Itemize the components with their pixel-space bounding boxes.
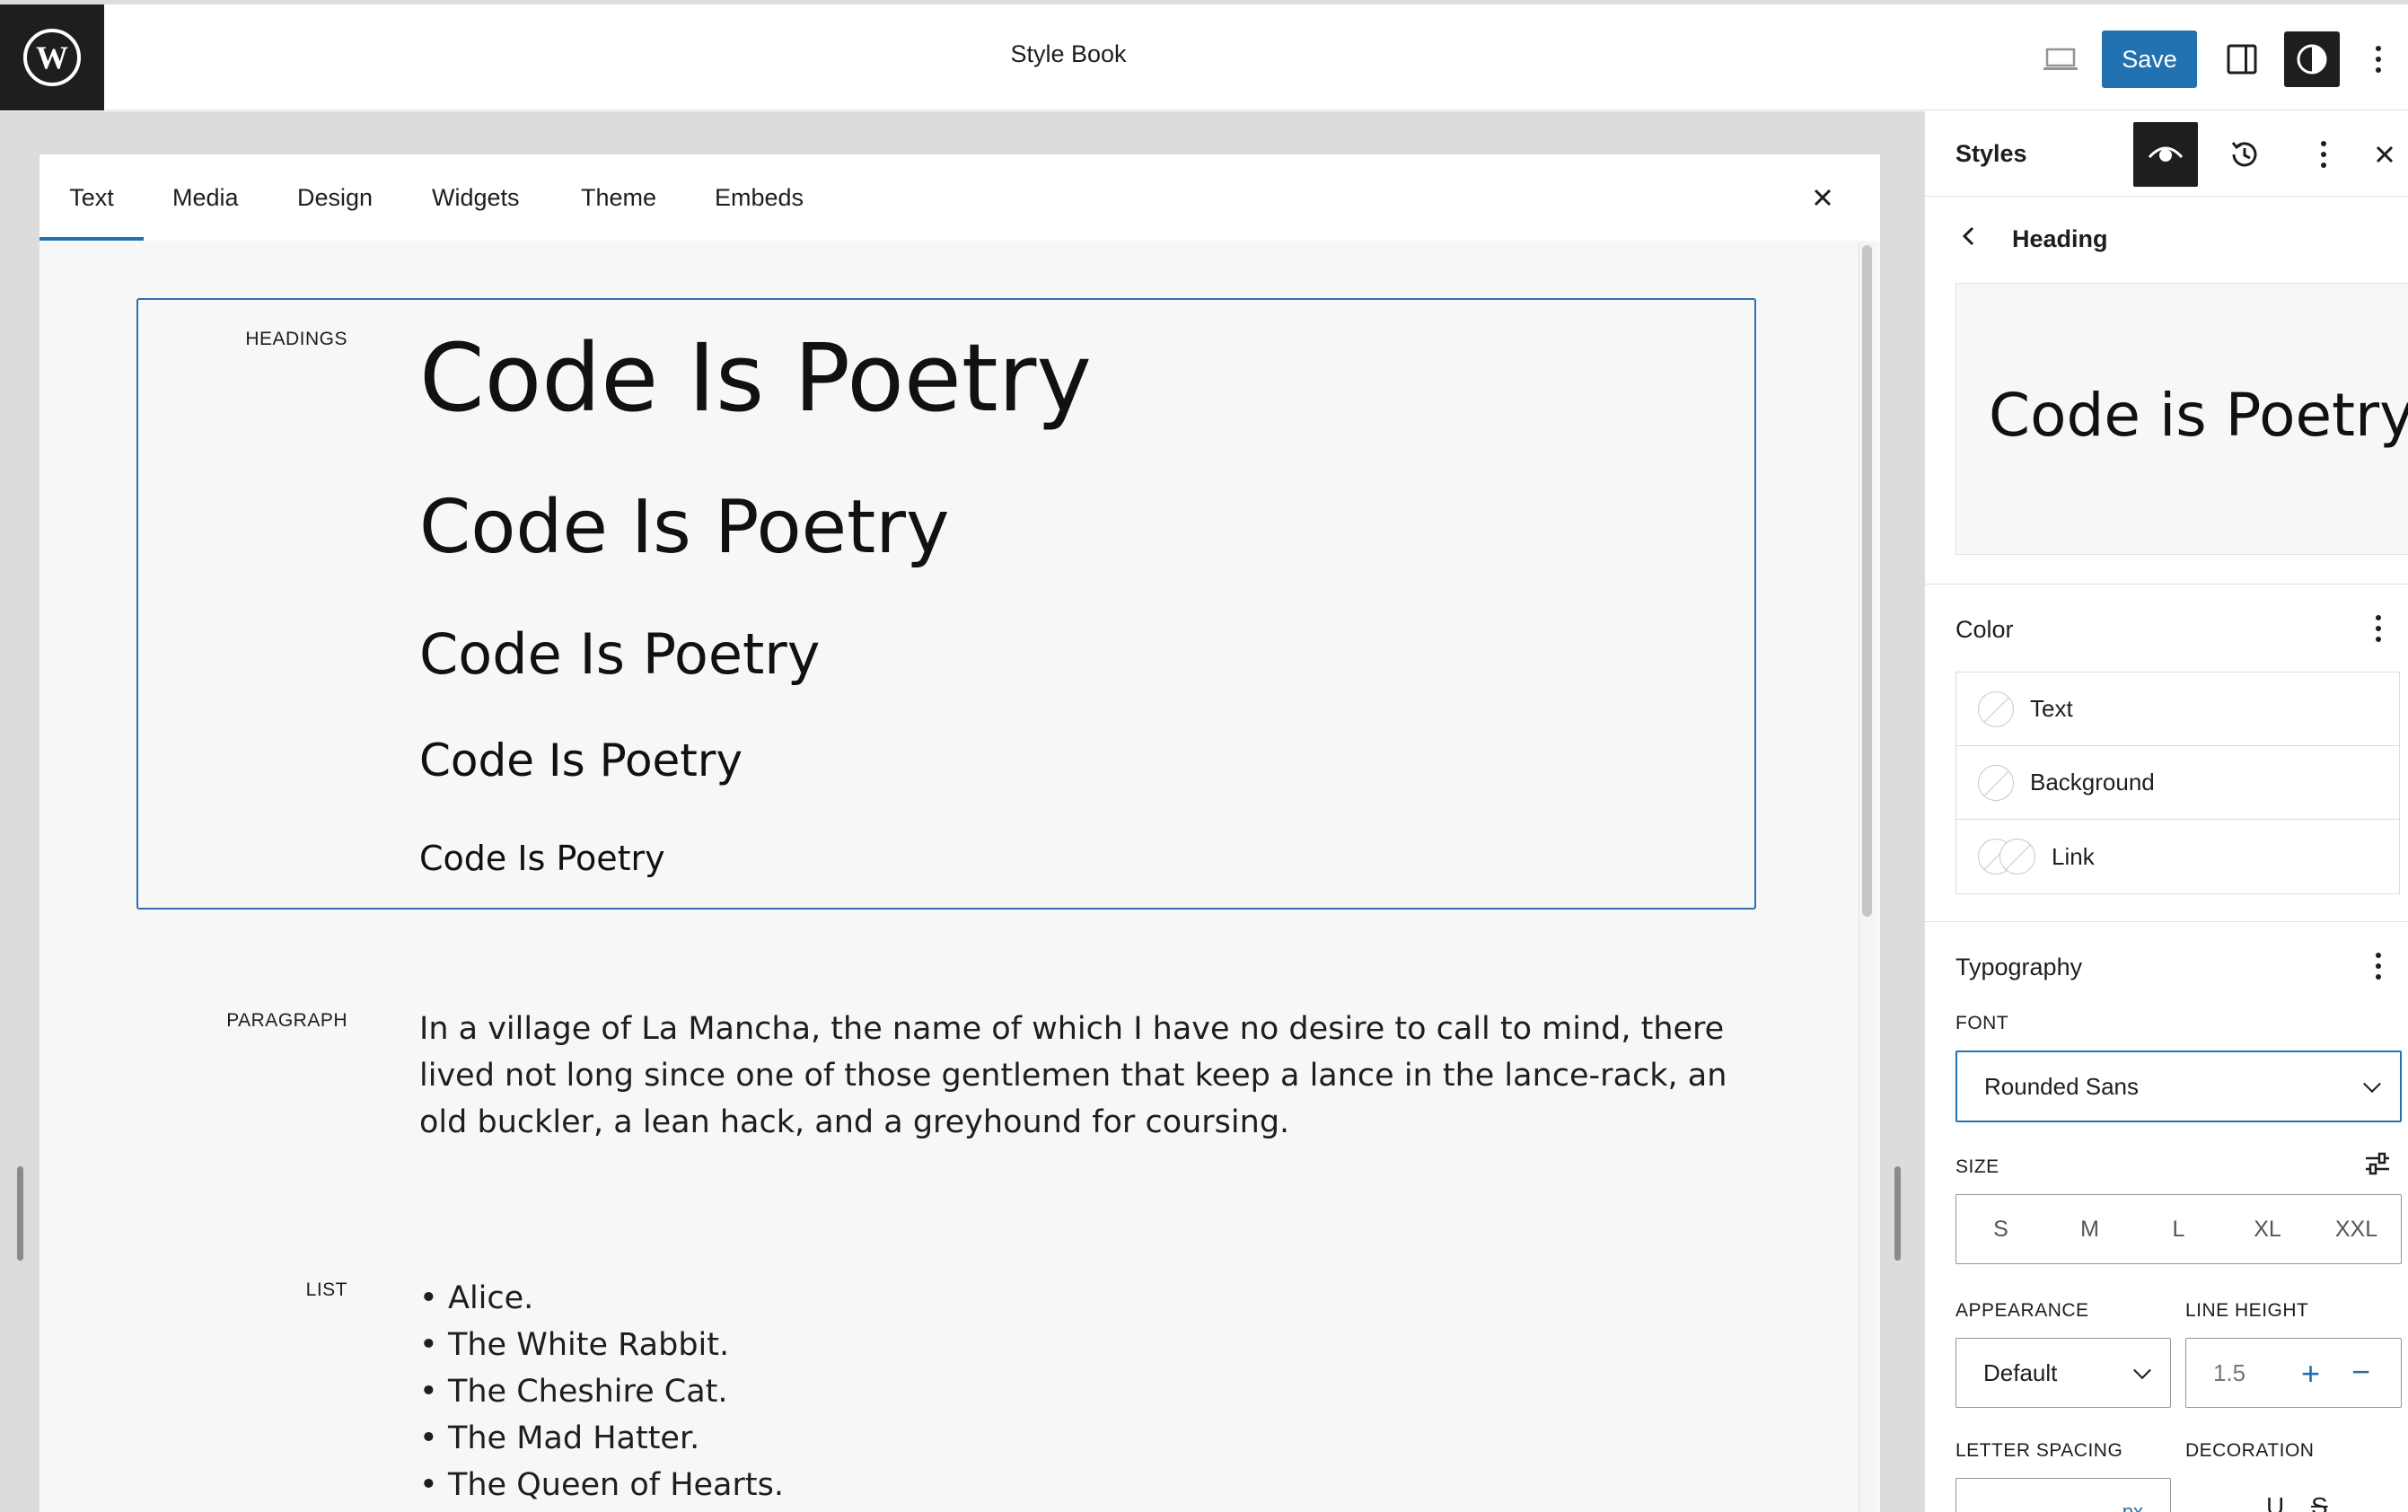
styles-more-options-icon[interactable] [2291, 122, 2356, 187]
tab-theme[interactable]: Theme [581, 154, 656, 241]
font-label: FONT [1955, 1013, 2009, 1033]
letter-spacing-label: LETTER SPACING [1955, 1440, 2123, 1461]
close-style-book-icon[interactable] [1806, 181, 1839, 214]
typography-options-icon[interactable] [2365, 948, 2392, 984]
resize-handle-right[interactable] [1894, 1166, 1901, 1261]
back-chevron-icon[interactable] [1955, 223, 1982, 250]
line-height-label: LINE HEIGHT [2185, 1300, 2309, 1321]
scroll-thumb[interactable] [1862, 245, 1872, 917]
list-item: The Queen of Hearts. [419, 1462, 784, 1508]
typography-section-title: Typography [1955, 954, 2083, 980]
color-item-label: Link [2052, 842, 2095, 870]
divider [1925, 584, 2408, 585]
paragraph-example: In a village of La Mancha, the name of w… [419, 1011, 1727, 1140]
style-book-tabs: Text Media Design Widgets Theme Embeds [40, 154, 1880, 241]
resize-handle-left[interactable] [17, 1166, 23, 1261]
appearance-select[interactable]: Default [1955, 1338, 2171, 1408]
color-item-background[interactable]: Background [1956, 746, 2399, 820]
list-item: The Mad Hatter. [419, 1415, 784, 1462]
size-option-m[interactable]: M [2045, 1195, 2134, 1263]
tab-widgets[interactable]: Widgets [432, 154, 520, 241]
heading-preview: Code is Poetry [1955, 283, 2408, 555]
preview-text: Code is Poetry [1989, 381, 2408, 450]
color-list: Text Background Link [1955, 672, 2400, 894]
panel-subtitle: Heading [2012, 225, 2108, 252]
color-swatch-icon [1978, 691, 2014, 727]
document-title[interactable]: Style Book [898, 40, 1239, 68]
font-select-value: Rounded Sans [1984, 1072, 2140, 1100]
font-select[interactable]: Rounded Sans [1955, 1050, 2402, 1122]
tab-embeds[interactable]: Embeds [715, 154, 804, 241]
revisions-history-icon[interactable] [2212, 122, 2277, 187]
paragraph-label: PARAGRAPH [226, 1010, 347, 1031]
line-height-input[interactable]: 1.5 + − [2185, 1338, 2402, 1408]
list-item: Alice. [419, 1275, 784, 1322]
color-swatch-icon [1978, 765, 2014, 801]
decoration-label: DECORATION [2185, 1440, 2315, 1461]
tab-media[interactable]: Media [172, 154, 239, 241]
close-styles-icon[interactable] [2367, 122, 2403, 187]
chevron-down-icon [2363, 1075, 2381, 1094]
letter-spacing-unit[interactable]: px [2122, 1500, 2143, 1512]
styles-title: Styles [1955, 140, 2027, 167]
heading-h5: Code Is Poetry [419, 839, 665, 878]
color-item-label: Text [2030, 695, 2073, 722]
color-item-label: Background [2030, 769, 2155, 796]
list-item: The White Rabbit. [419, 1322, 784, 1368]
tab-text[interactable]: Text [40, 154, 144, 241]
save-button[interactable]: Save [2102, 31, 2197, 88]
tab-design[interactable]: Design [297, 154, 373, 241]
color-swatch-hover-icon [1999, 839, 2035, 875]
size-option-l[interactable]: L [2134, 1195, 2223, 1263]
heading-h1: Code Is Poetry [419, 323, 1092, 433]
styles-header: Styles [1925, 111, 2408, 197]
style-book-scrollbar[interactable] [1859, 242, 1875, 1512]
list-item: The Cheshire Cat. [419, 1368, 784, 1415]
letter-spacing-input[interactable]: px [1955, 1478, 2171, 1512]
divider [1925, 921, 2408, 922]
styles-sidebar: Styles Heading Code is Poetry Color Text… [1924, 111, 2408, 1512]
heading-h4: Code Is Poetry [419, 734, 743, 787]
wordpress-logo-icon[interactable]: W [0, 4, 104, 110]
size-option-xl[interactable]: XL [2223, 1195, 2312, 1263]
top-toolbar: W Style Book Save [0, 0, 2408, 110]
list-label: LIST [305, 1279, 347, 1300]
svg-text:W: W [36, 40, 68, 75]
underline-option[interactable]: U [2266, 1492, 2284, 1512]
increment-plus-icon[interactable]: + [2301, 1355, 2320, 1393]
headings-label: HEADINGS [245, 329, 347, 349]
strikethrough-option[interactable]: S [2311, 1492, 2328, 1512]
size-label: SIZE [1955, 1156, 1999, 1177]
size-option-xxl[interactable]: XXL [2312, 1195, 2401, 1263]
styles-contrast-icon[interactable] [2284, 31, 2340, 87]
appearance-label: APPEARANCE [1955, 1300, 2089, 1321]
decrement-minus-icon[interactable]: − [2351, 1353, 2370, 1391]
custom-size-sliders-icon[interactable] [2363, 1149, 2392, 1182]
appearance-value: Default [1983, 1358, 2058, 1386]
line-height-value: 1.5 [2213, 1358, 2246, 1386]
size-option-s[interactable]: S [1956, 1195, 2045, 1263]
heading-h2: Code Is Poetry [419, 485, 950, 570]
options-kebab-icon[interactable] [2356, 31, 2401, 87]
list-example: Alice. The White Rabbit. The Cheshire Ca… [419, 1275, 784, 1508]
font-size-picker: S M L XL XXL [1955, 1194, 2402, 1264]
style-book-eye-icon[interactable] [2133, 122, 2198, 187]
desktop-preview-icon[interactable] [2033, 31, 2088, 87]
chevron-down-icon [2133, 1361, 2151, 1380]
color-item-link[interactable]: Link [1956, 820, 2399, 893]
heading-h3: Code Is Poetry [419, 621, 821, 687]
sidebar-toggle-icon[interactable] [2214, 31, 2270, 87]
color-options-icon[interactable] [2365, 611, 2392, 646]
color-item-text[interactable]: Text [1956, 672, 2399, 746]
color-section-title: Color [1955, 616, 2014, 643]
